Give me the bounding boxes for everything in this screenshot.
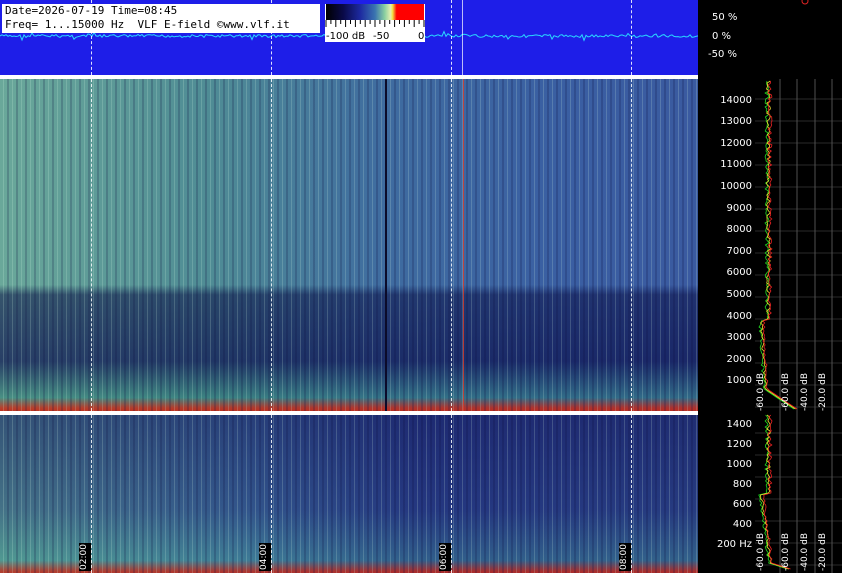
frequency-axis-lower: 1400 1200 1000 800 600 400 200 Hz bbox=[698, 415, 758, 573]
y-tick-label: 1400 bbox=[726, 419, 752, 430]
y-tick-label: 8000 bbox=[726, 224, 752, 236]
colorbar: -100 dB -50 0 bbox=[325, 4, 425, 42]
y-tick-label: 10000 bbox=[720, 181, 752, 192]
corner-marker bbox=[801, 0, 809, 5]
y-tick-label: 11000 bbox=[720, 159, 752, 171]
waveform-scale-neg50: -50 % bbox=[708, 49, 738, 60]
y-tick-label: 9000 bbox=[726, 202, 752, 214]
date-time-label: Date=2026-07-19 Time=08:45 bbox=[5, 4, 178, 17]
frequency-label: Freq= 1...15000 Hz VLF E-field ©www.vlf.… bbox=[5, 18, 290, 31]
colorbar-ticks bbox=[325, 20, 425, 27]
y-tick-label: 4000 bbox=[726, 310, 752, 322]
spectrogram-lower bbox=[0, 415, 698, 573]
spectrum-plot-lower: -60.0 dB -40.0 dB -20.0 dB -60.0 dB bbox=[755, 413, 842, 573]
spectrum-db-label: -60.0 dB bbox=[781, 373, 791, 411]
spectrum-plot-upper: -60.0 dB -40.0 dB -20.0 dB -60.0 dB bbox=[755, 79, 842, 413]
y-tick-label: 3000 bbox=[726, 332, 752, 344]
colorbar-gradient bbox=[326, 4, 424, 20]
time-gridline bbox=[91, 415, 92, 573]
y-tick-label: 1200 bbox=[726, 439, 752, 450]
info-box: Date=2026-07-19 Time=08:45 Freq= 1...150… bbox=[2, 4, 320, 33]
time-gridline bbox=[271, 415, 272, 573]
time-gridline bbox=[451, 79, 452, 411]
y-tick-label: 6000 bbox=[726, 267, 752, 279]
x-tick-0200: 02:00 bbox=[79, 543, 91, 571]
time-gridline bbox=[451, 415, 452, 573]
y-tick-label: 12000 bbox=[720, 137, 752, 149]
y-tick-label: 5000 bbox=[726, 289, 752, 300]
spectrum-db-label: -60.0 dB bbox=[756, 373, 766, 411]
y-tick-label: 14000 bbox=[720, 94, 752, 106]
frequency-axis-upper: 14000 13000 12000 11000 10000 9000 8000 7000 600… bbox=[698, 79, 758, 411]
colorbar-label-max: 0 bbox=[418, 31, 425, 42]
y-tick-label: 1000 bbox=[726, 375, 752, 387]
time-gridline bbox=[631, 79, 632, 411]
spectrum-db-label: -20.0 dB bbox=[818, 373, 828, 411]
waveform-scale-0: 0 % bbox=[712, 31, 732, 42]
x-tick-0800: 08:00 bbox=[619, 543, 631, 571]
time-gridline bbox=[631, 415, 632, 573]
spectrum-db-label: -60.0 dB bbox=[781, 533, 791, 571]
x-tick-0600: 06:00 bbox=[439, 543, 451, 571]
spectrum-db-label: -40.0 dB bbox=[800, 533, 810, 571]
time-gridline bbox=[91, 79, 92, 411]
x-tick-0400: 04:00 bbox=[259, 543, 271, 571]
y-tick-label: 800 bbox=[732, 479, 752, 490]
spectrum-db-label: -60.0 dB bbox=[756, 533, 766, 571]
y-tick-label: 200 Hz bbox=[716, 539, 752, 550]
spectrogram-texture bbox=[0, 415, 698, 573]
y-tick-label: 1000 bbox=[726, 459, 752, 470]
y-tick-label: 7000 bbox=[726, 245, 752, 257]
time-gridline bbox=[271, 79, 272, 411]
event-line bbox=[463, 79, 464, 411]
waveform-scale-50: 50 % bbox=[712, 12, 738, 23]
time-gridline bbox=[451, 0, 452, 75]
spectrum-db-label: -40.0 dB bbox=[800, 373, 810, 411]
cursor-line bbox=[462, 0, 463, 75]
y-tick-label: 400 bbox=[732, 519, 752, 530]
y-tick-label: 600 bbox=[732, 499, 752, 510]
spectrum-db-label: -20.0 dB bbox=[818, 533, 828, 571]
y-tick-label: 2000 bbox=[726, 353, 752, 365]
colorbar-label-min: -100 dB bbox=[326, 31, 366, 42]
y-tick-label: 13000 bbox=[720, 116, 752, 128]
dark-line bbox=[385, 79, 387, 411]
colorbar-label-mid: -50 bbox=[373, 31, 390, 42]
time-gridline bbox=[631, 0, 632, 75]
spectrogram-upper bbox=[0, 79, 698, 411]
spectrogram-texture bbox=[0, 79, 698, 411]
